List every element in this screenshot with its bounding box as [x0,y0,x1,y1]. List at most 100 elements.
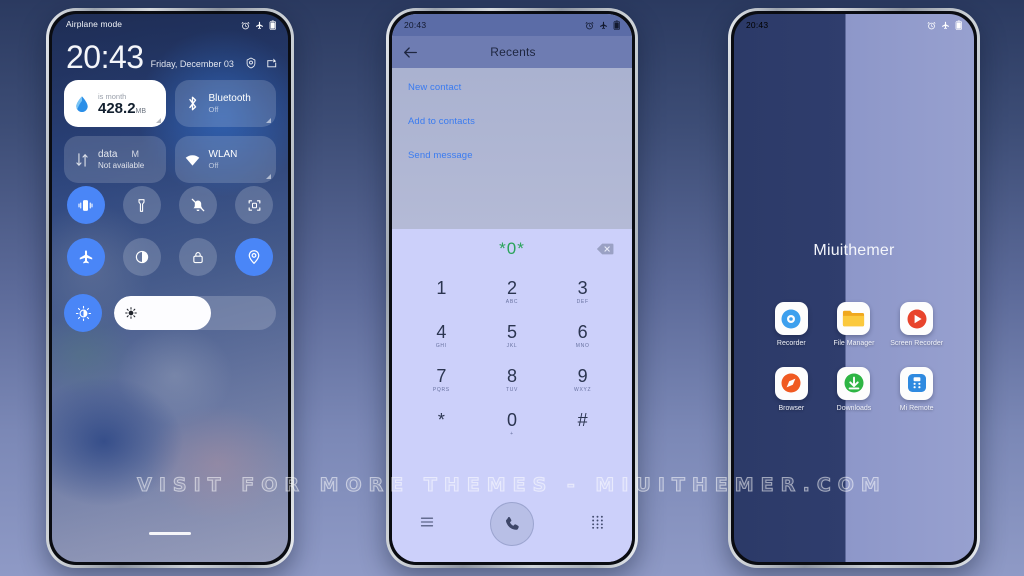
tile-resize-corner[interactable] [155,118,161,123]
tile-resize-corner[interactable] [266,118,271,123]
key-letters: WXYZ [574,386,592,393]
dial-key-5[interactable]: 5 JKL [477,315,548,356]
battery-icon [613,20,620,30]
app-file-manager[interactable]: File Manager [825,302,883,349]
clock-time: 20:43 [66,39,144,75]
flashlight-icon [138,198,145,212]
app-mi-remote[interactable]: Mi Remote [888,366,946,414]
app-downloads[interactable]: Downloads [825,366,883,414]
contact-action-new-contact[interactable]: New contact [408,82,616,93]
toggle-cast[interactable] [235,186,274,224]
tile-resize-corner[interactable] [266,174,271,179]
dial-key-7[interactable]: 7 PQRS [406,359,477,400]
dial-key-1[interactable]: 1 [406,271,477,312]
dialed-number[interactable]: *0* [499,239,525,259]
dial-key-hash[interactable]: # [547,403,618,444]
airplane-icon [941,21,949,29]
key-number: 1 [436,277,447,298]
settings-gear-icon[interactable] [245,57,257,69]
toggle-silent[interactable] [179,186,218,224]
lockscreen-content: Airplane mode 20:43 Friday, December 03 … [52,14,288,562]
statusbar-icons [927,20,963,30]
app-label: File Manager [833,340,875,347]
tile-mobile-data[interactable]: data M Not available [64,136,166,183]
key-letters: MNO [575,342,590,349]
brightness-slider-fill [114,296,212,330]
airplane-icon [255,21,263,29]
toggle-dark-mode[interactable] [122,238,161,276]
statusbar-time: 20:43 [404,20,427,30]
toggle-screen-lock[interactable] [179,238,218,276]
homescreen-display: 20:43 Miuithemer Recorder File Manager S… [734,14,974,562]
phone-bezel: Airplane mode 20:43 Friday, December 03 … [49,11,291,565]
battery-icon [269,20,276,30]
home-indicator[interactable] [149,532,191,535]
toggle-vibrate[interactable] [66,186,105,224]
clock-date: Friday, December 03 [150,59,234,70]
sun-icon [125,307,137,319]
wlan-state: Off [208,161,219,170]
lockscreen-display: Airplane mode 20:43 Friday, December 03 … [52,14,288,562]
contact-action-add-to-contacts[interactable]: Add to contacts [408,116,616,127]
alarm-icon [927,21,935,29]
toggle-location[interactable] [235,238,274,276]
bluetooth-title: Bluetooth [208,93,251,104]
phone-lockscreen: Airplane mode 20:43 Friday, December 03 … [46,8,294,568]
key-letters: + [510,430,514,437]
phone-bezel: 20:43 Recents New contact Add to contact… [389,11,635,565]
call-button[interactable] [490,502,535,546]
auto-brightness-button[interactable] [64,294,102,332]
key-number: * [437,409,445,430]
key-number: 6 [577,321,588,342]
brightness-slider[interactable] [114,296,276,330]
statusbar-icons [585,20,621,30]
homescreen-wallpaper [734,14,974,562]
location-pin-icon [249,250,260,265]
phone-bezel: 20:43 Miuithemer Recorder File Manager S… [731,11,977,565]
backspace-icon[interactable] [596,243,614,256]
dial-key-6[interactable]: 6 MNO [547,315,618,356]
contact-action-send-message[interactable]: Send message [408,150,616,161]
dial-key-3[interactable]: 3 DEF [547,271,618,312]
key-letters: GHI [435,342,447,349]
brightness-row [64,294,276,332]
alarm-icon [241,21,249,29]
folder-title: Miuithemer [813,242,895,259]
dialer-header: Recents [392,36,632,68]
key-number: 5 [506,321,517,342]
app-screen-recorder[interactable]: Screen Recorder [888,302,946,349]
dial-key-0[interactable]: 0 + [477,403,548,444]
statusbar-dialer: 20:43 [392,14,632,36]
clock-row: 20:43 Friday, December 03 [66,39,278,75]
keypad-area: *0* 1 2 ABC 3 DEF 4 GHI 5 JKL 6 MNO 7 PQRS 8 TU… [392,229,632,562]
app-label: Mi Remote [899,404,934,412]
app-browser[interactable]: Browser [762,366,820,414]
dial-key-4[interactable]: 4 GHI [406,315,477,356]
dial-key-9[interactable]: 9 WXYZ [547,359,618,400]
dialpad-icon[interactable] [591,515,604,534]
app-label: Recorder [776,340,806,347]
app-recorder[interactable]: Recorder [762,302,820,349]
tile-data-usage[interactable]: is month 428.2MB [64,80,166,127]
dial-key-8[interactable]: 8 TUV [477,359,548,400]
bluetooth-state: Off [208,105,219,114]
app-label: Browser [778,404,805,412]
toggle-airplane-mode[interactable] [66,238,105,276]
airplane-icon [79,250,92,264]
phone-dialer: 20:43 Recents New contact Add to contact… [386,8,638,568]
dialpad-keys: 1 2 ABC 3 DEF 4 GHI 5 JKL 6 MNO 7 PQRS 8 TUV 9W… [392,269,632,444]
tile-bluetooth[interactable]: Bluetooth Off [174,80,276,127]
app-label: Downloads [836,404,872,412]
toggle-flashlight[interactable] [122,186,161,224]
download-icon [837,366,871,400]
key-number: 2 [506,277,517,298]
key-number: 7 [436,365,447,386]
dial-key-2[interactable]: 2 ABC [477,271,548,312]
key-letters: DEF [576,298,589,305]
menu-lines-icon[interactable] [420,515,434,533]
edit-icon[interactable] [266,57,278,69]
contact-actions-list: New contact Add to contacts Send message [392,68,632,229]
dial-key-star[interactable]: * [406,403,477,444]
tile-wlan[interactable]: WLAN Off [174,136,276,183]
wifi-icon [184,153,202,167]
